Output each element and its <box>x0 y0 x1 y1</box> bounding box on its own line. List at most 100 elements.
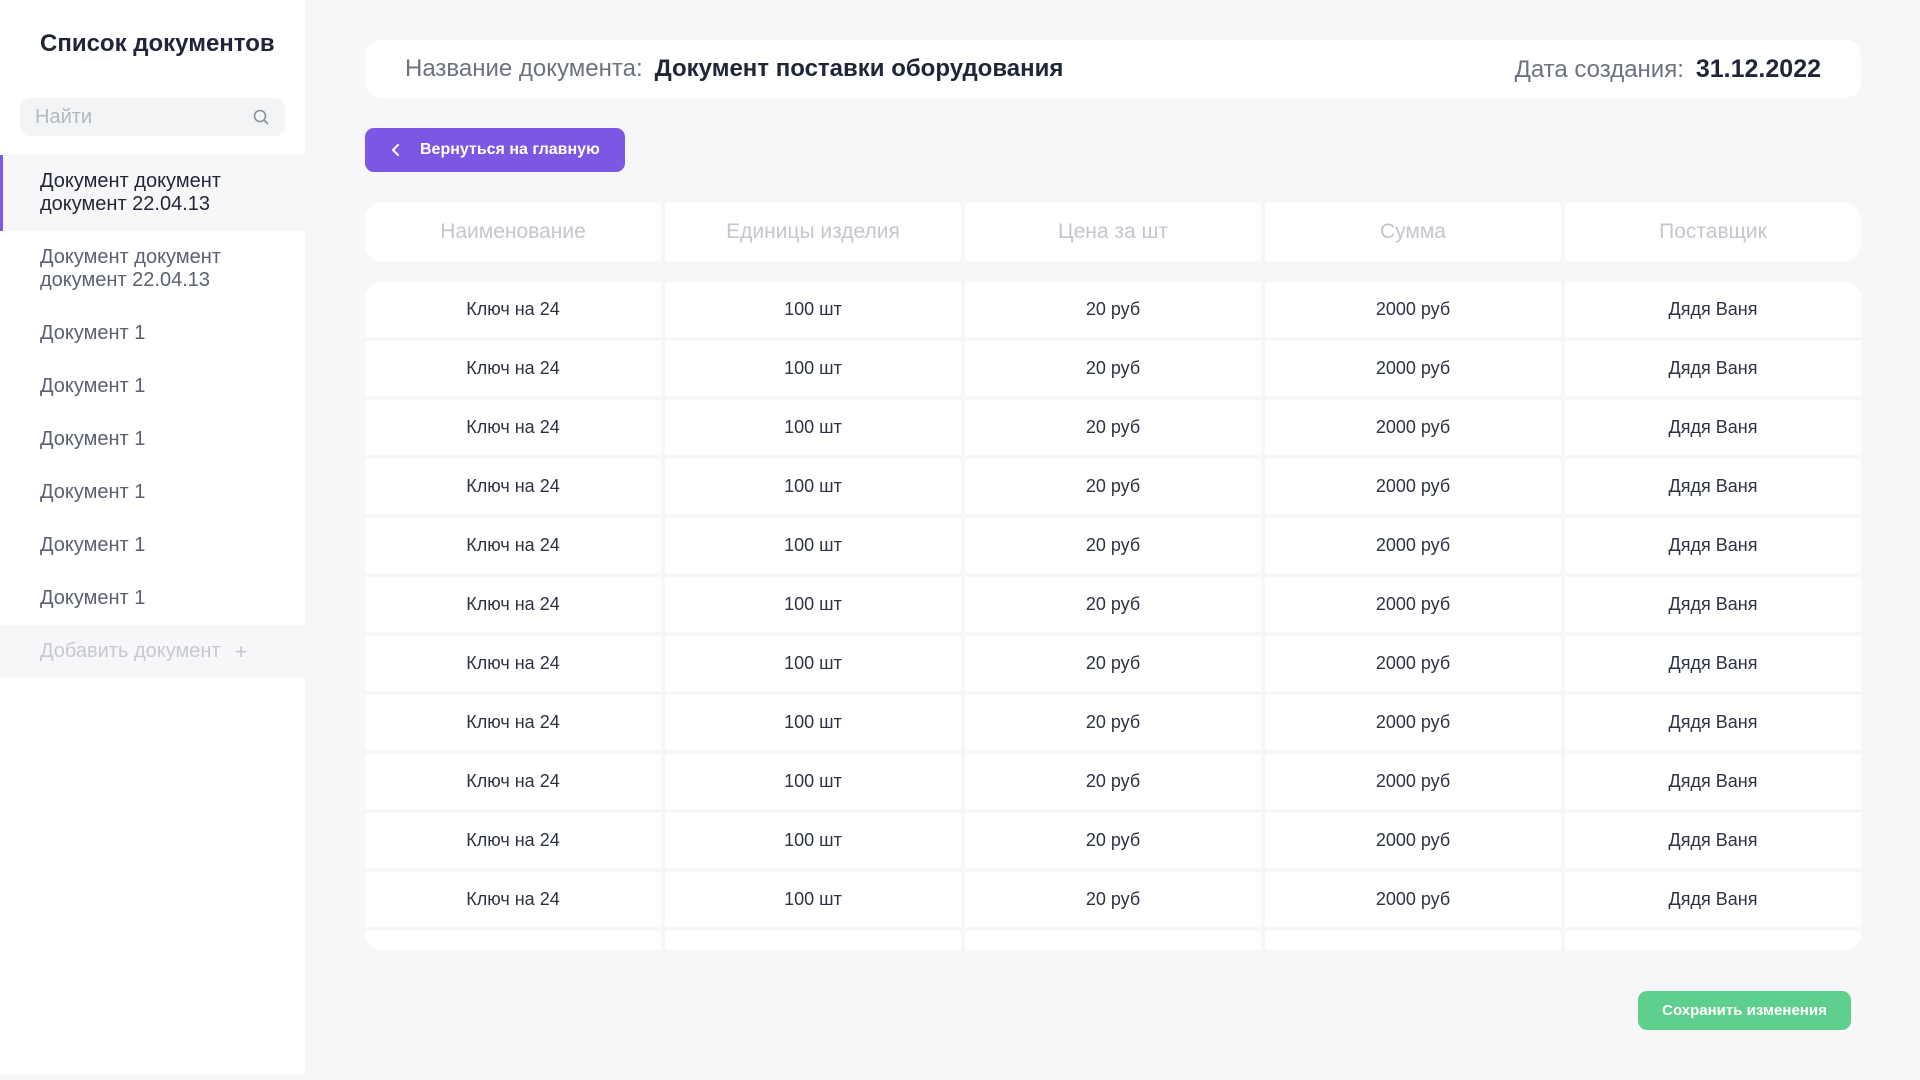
cell-units[interactable]: 100 шт <box>665 577 965 632</box>
table-row[interactable]: Ключ на 24 100 шт 20 руб 2000 руб Дядя В… <box>365 636 1861 695</box>
cell-supplier[interactable]: Дядя Ваня <box>1565 282 1861 337</box>
document-item[interactable]: Документ 1 <box>0 360 305 413</box>
cell-price[interactable]: 20 руб <box>965 636 1265 691</box>
add-document-button[interactable]: Добавить документ + <box>0 625 305 678</box>
save-changes-button[interactable]: Сохранить изменения <box>1638 991 1851 1030</box>
cell-supplier[interactable]: Дядя Ваня <box>1565 341 1861 396</box>
table-row[interactable]: Ключ на 24 100 шт 20 руб 2000 руб Дядя В… <box>365 577 1861 636</box>
cell-units[interactable]: 100 шт <box>665 872 965 927</box>
cell-sum[interactable]: 2000 руб <box>1265 754 1565 809</box>
cell-name[interactable]: Ключ на 24 <box>365 518 665 573</box>
cell-price[interactable]: 20 руб <box>965 518 1265 573</box>
column-header-units[interactable]: Единицы изделия <box>665 203 965 261</box>
cell-sum[interactable]: 2000 руб <box>1265 459 1565 514</box>
cell-supplier[interactable]: Дядя Ваня <box>1565 459 1861 514</box>
table-row[interactable]: Ключ на 24 100 шт 20 руб 2000 руб Дядя В… <box>365 400 1861 459</box>
cell-supplier[interactable]: Дядя Ваня <box>1565 518 1861 573</box>
cell-price[interactable]: 20 руб <box>965 400 1265 455</box>
cell-sum[interactable]: 2000 руб <box>1265 577 1565 632</box>
cell-sum[interactable]: 2000 руб <box>1265 695 1565 750</box>
cell-name[interactable]: Ключ на 24 <box>365 636 665 691</box>
cell-price[interactable]: 20 руб <box>965 341 1265 396</box>
table-body: Ключ на 24 100 шт 20 руб 2000 руб Дядя В… <box>365 282 1861 950</box>
table-row[interactable]: Ключ на 24 100 шт 20 руб 2000 руб Дядя В… <box>365 459 1861 518</box>
cell-name[interactable]: Ключ на 24 <box>365 282 665 337</box>
cell-sum[interactable]: 2000 руб <box>1265 400 1565 455</box>
search-input[interactable] <box>20 105 240 129</box>
search-icon[interactable] <box>253 109 269 125</box>
cell-price[interactable]: 20 руб <box>965 459 1265 514</box>
cell-name[interactable]: Ключ на 24 <box>365 872 665 927</box>
cell-name[interactable]: Ключ на 24 <box>365 341 665 396</box>
cell-units[interactable]: 100 шт <box>665 636 965 691</box>
cell-sum[interactable]: 2000 руб <box>1265 636 1565 691</box>
cell-supplier[interactable]: Дядя Ваня <box>1565 695 1861 750</box>
document-item[interactable]: Документ 1 <box>0 466 305 519</box>
column-header-price[interactable]: Цена за шт <box>965 203 1265 261</box>
cell-name[interactable]: Ключ на 24 <box>365 695 665 750</box>
cell-units[interactable]: 100 шт <box>665 341 965 396</box>
cell-supplier[interactable]: Дядя Ваня <box>1565 754 1861 809</box>
cell-units[interactable]: 100 шт <box>665 459 965 514</box>
cell-units[interactable]: 100 шт <box>665 695 965 750</box>
document-item[interactable]: Документ 1 <box>0 307 305 360</box>
document-name-value: Документ поставки оборудования <box>654 55 1064 82</box>
document-item[interactable]: Документ 1 <box>0 519 305 572</box>
column-header-name[interactable]: Наименование <box>365 203 665 261</box>
back-to-main-button[interactable]: Вернуться на главную <box>365 128 625 172</box>
cell-price[interactable]: 20 руб <box>965 577 1265 632</box>
cell-supplier[interactable]: Дядя Ваня <box>1565 400 1861 455</box>
empty-cell <box>1265 931 1565 950</box>
table-row[interactable]: Ключ на 24 100 шт 20 руб 2000 руб Дядя В… <box>365 341 1861 400</box>
cell-name[interactable]: Ключ на 24 <box>365 813 665 868</box>
table-row[interactable]: Ключ на 24 100 шт 20 руб 2000 руб Дядя В… <box>365 518 1861 577</box>
cell-name[interactable]: Ключ на 24 <box>365 754 665 809</box>
cell-sum[interactable]: 2000 руб <box>1265 872 1565 927</box>
cell-supplier[interactable]: Дядя Ваня <box>1565 813 1861 868</box>
document-item-label: Документ 1 <box>40 375 146 397</box>
document-item-label: Документ 1 <box>40 481 146 503</box>
sidebar: Список документов Документ документ доку… <box>0 0 305 1074</box>
column-header-sum[interactable]: Сумма <box>1265 203 1565 261</box>
document-name-label: Название документа: <box>405 55 643 82</box>
empty-cell <box>1565 931 1861 950</box>
cell-sum[interactable]: 2000 руб <box>1265 518 1565 573</box>
table-row[interactable]: Ключ на 24 100 шт 20 руб 2000 руб Дядя В… <box>365 695 1861 754</box>
cell-price[interactable]: 20 руб <box>965 872 1265 927</box>
cell-name[interactable]: Ключ на 24 <box>365 459 665 514</box>
cell-price[interactable]: 20 руб <box>965 813 1265 868</box>
column-header-supplier[interactable]: Поставщик <box>1565 203 1861 261</box>
cell-supplier[interactable]: Дядя Ваня <box>1565 577 1861 632</box>
add-document-label: Добавить документ <box>40 640 221 662</box>
cell-units[interactable]: 100 шт <box>665 518 965 573</box>
document-item[interactable]: Документ 1 <box>0 413 305 466</box>
empty-cell <box>365 931 665 950</box>
document-item[interactable]: Документ документ документ 22.04.13 <box>0 231 305 307</box>
cell-name[interactable]: Ключ на 24 <box>365 400 665 455</box>
document-item[interactable]: Документ 1 <box>0 572 305 625</box>
cell-price[interactable]: 20 руб <box>965 695 1265 750</box>
cell-units[interactable]: 100 шт <box>665 754 965 809</box>
cell-supplier[interactable]: Дядя Ваня <box>1565 872 1861 927</box>
document-item-active[interactable]: Документ документ документ 22.04.13 <box>0 155 305 231</box>
search-box <box>20 98 285 136</box>
document-item-label: Документ документ документ 22.04.13 <box>40 246 221 291</box>
cell-price[interactable]: 20 руб <box>965 754 1265 809</box>
cell-sum[interactable]: 2000 руб <box>1265 341 1565 396</box>
creation-date-group: Дата создания: 31.12.2022 <box>1515 55 1821 84</box>
table-row[interactable]: Ключ на 24 100 шт 20 руб 2000 руб Дядя В… <box>365 872 1861 931</box>
cell-sum[interactable]: 2000 руб <box>1265 282 1565 337</box>
cell-supplier[interactable]: Дядя Ваня <box>1565 636 1861 691</box>
document-header: Название документа: Документ поставки об… <box>365 40 1861 98</box>
cell-units[interactable]: 100 шт <box>665 282 965 337</box>
table-row[interactable]: Ключ на 24 100 шт 20 руб 2000 руб Дядя В… <box>365 813 1861 872</box>
document-item-label: Документ 1 <box>40 428 146 450</box>
table-row[interactable]: Ключ на 24 100 шт 20 руб 2000 руб Дядя В… <box>365 282 1861 341</box>
cell-units[interactable]: 100 шт <box>665 400 965 455</box>
creation-date-label: Дата создания: <box>1514 55 1684 83</box>
cell-sum[interactable]: 2000 руб <box>1265 813 1565 868</box>
cell-name[interactable]: Ключ на 24 <box>365 577 665 632</box>
cell-units[interactable]: 100 шт <box>665 813 965 868</box>
cell-price[interactable]: 20 руб <box>965 282 1265 337</box>
table-row[interactable]: Ключ на 24 100 шт 20 руб 2000 руб Дядя В… <box>365 754 1861 813</box>
